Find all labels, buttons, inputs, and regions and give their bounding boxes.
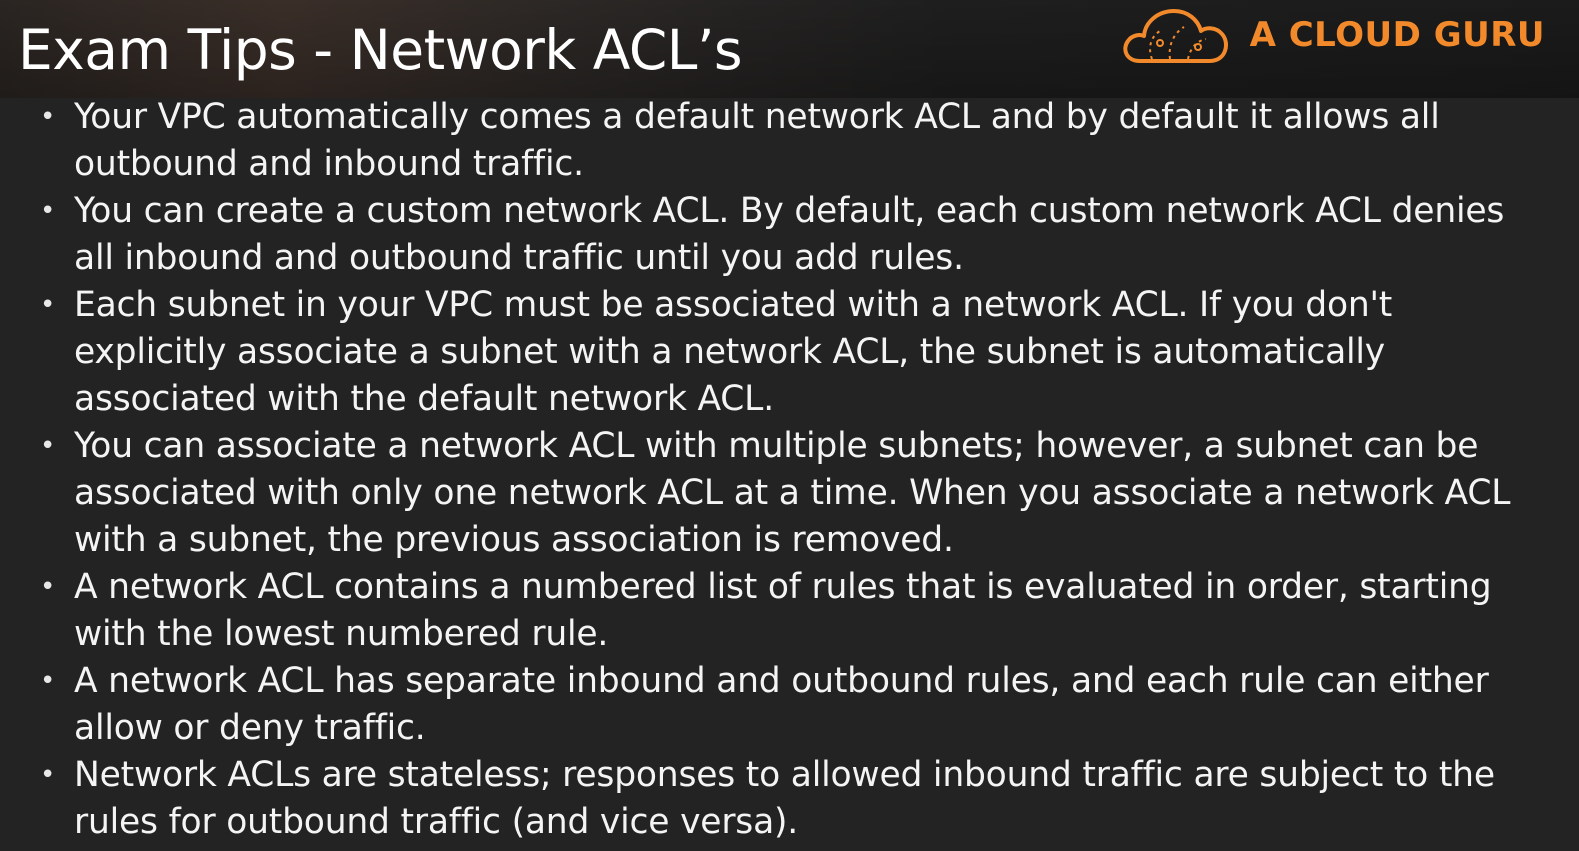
tip-text: You can create a custom network ACL. By …: [74, 191, 1505, 278]
tip-text: A network ACL contains a numbered list o…: [74, 567, 1492, 654]
list-item: • A network ACL has separate inbound and…: [0, 658, 1579, 752]
list-item: • You can create a custom network ACL. B…: [0, 188, 1579, 282]
bullet: •: [40, 102, 56, 132]
bullet: •: [40, 290, 56, 320]
logo-text: A CLOUD GURU: [1249, 15, 1545, 55]
tip-text: Each subnet in your VPC must be associat…: [74, 285, 1393, 419]
slide-header: Exam Tips - Network ACL’s A CLOUD GURU: [0, 0, 1579, 98]
list-item: • Each subnet in your VPC must be associ…: [0, 282, 1579, 423]
tip-text: A network ACL has separate inbound and o…: [74, 661, 1489, 748]
list-item: • Network ACLs are stateless; responses …: [0, 752, 1579, 846]
bullet: •: [40, 666, 56, 696]
slide-body: • Your VPC automatically comes a default…: [0, 94, 1579, 846]
tips-list: • Your VPC automatically comes a default…: [0, 94, 1579, 846]
bullet: •: [40, 196, 56, 226]
list-item: • Your VPC automatically comes a default…: [0, 94, 1579, 188]
brand-logo: A CLOUD GURU: [1118, 2, 1545, 68]
bullet: •: [40, 572, 56, 602]
bullet: •: [40, 431, 56, 461]
tip-text: Your VPC automatically comes a default n…: [74, 97, 1440, 184]
bullet: •: [40, 760, 56, 790]
tip-text: Network ACLs are stateless; responses to…: [74, 755, 1495, 842]
list-item: • You can associate a network ACL with m…: [0, 423, 1579, 564]
cloud-logo-icon: [1118, 3, 1234, 67]
list-item: • A network ACL contains a numbered list…: [0, 564, 1579, 658]
slide-title: Exam Tips - Network ACL’s: [18, 18, 743, 82]
tip-text: You can associate a network ACL with mul…: [74, 426, 1511, 560]
